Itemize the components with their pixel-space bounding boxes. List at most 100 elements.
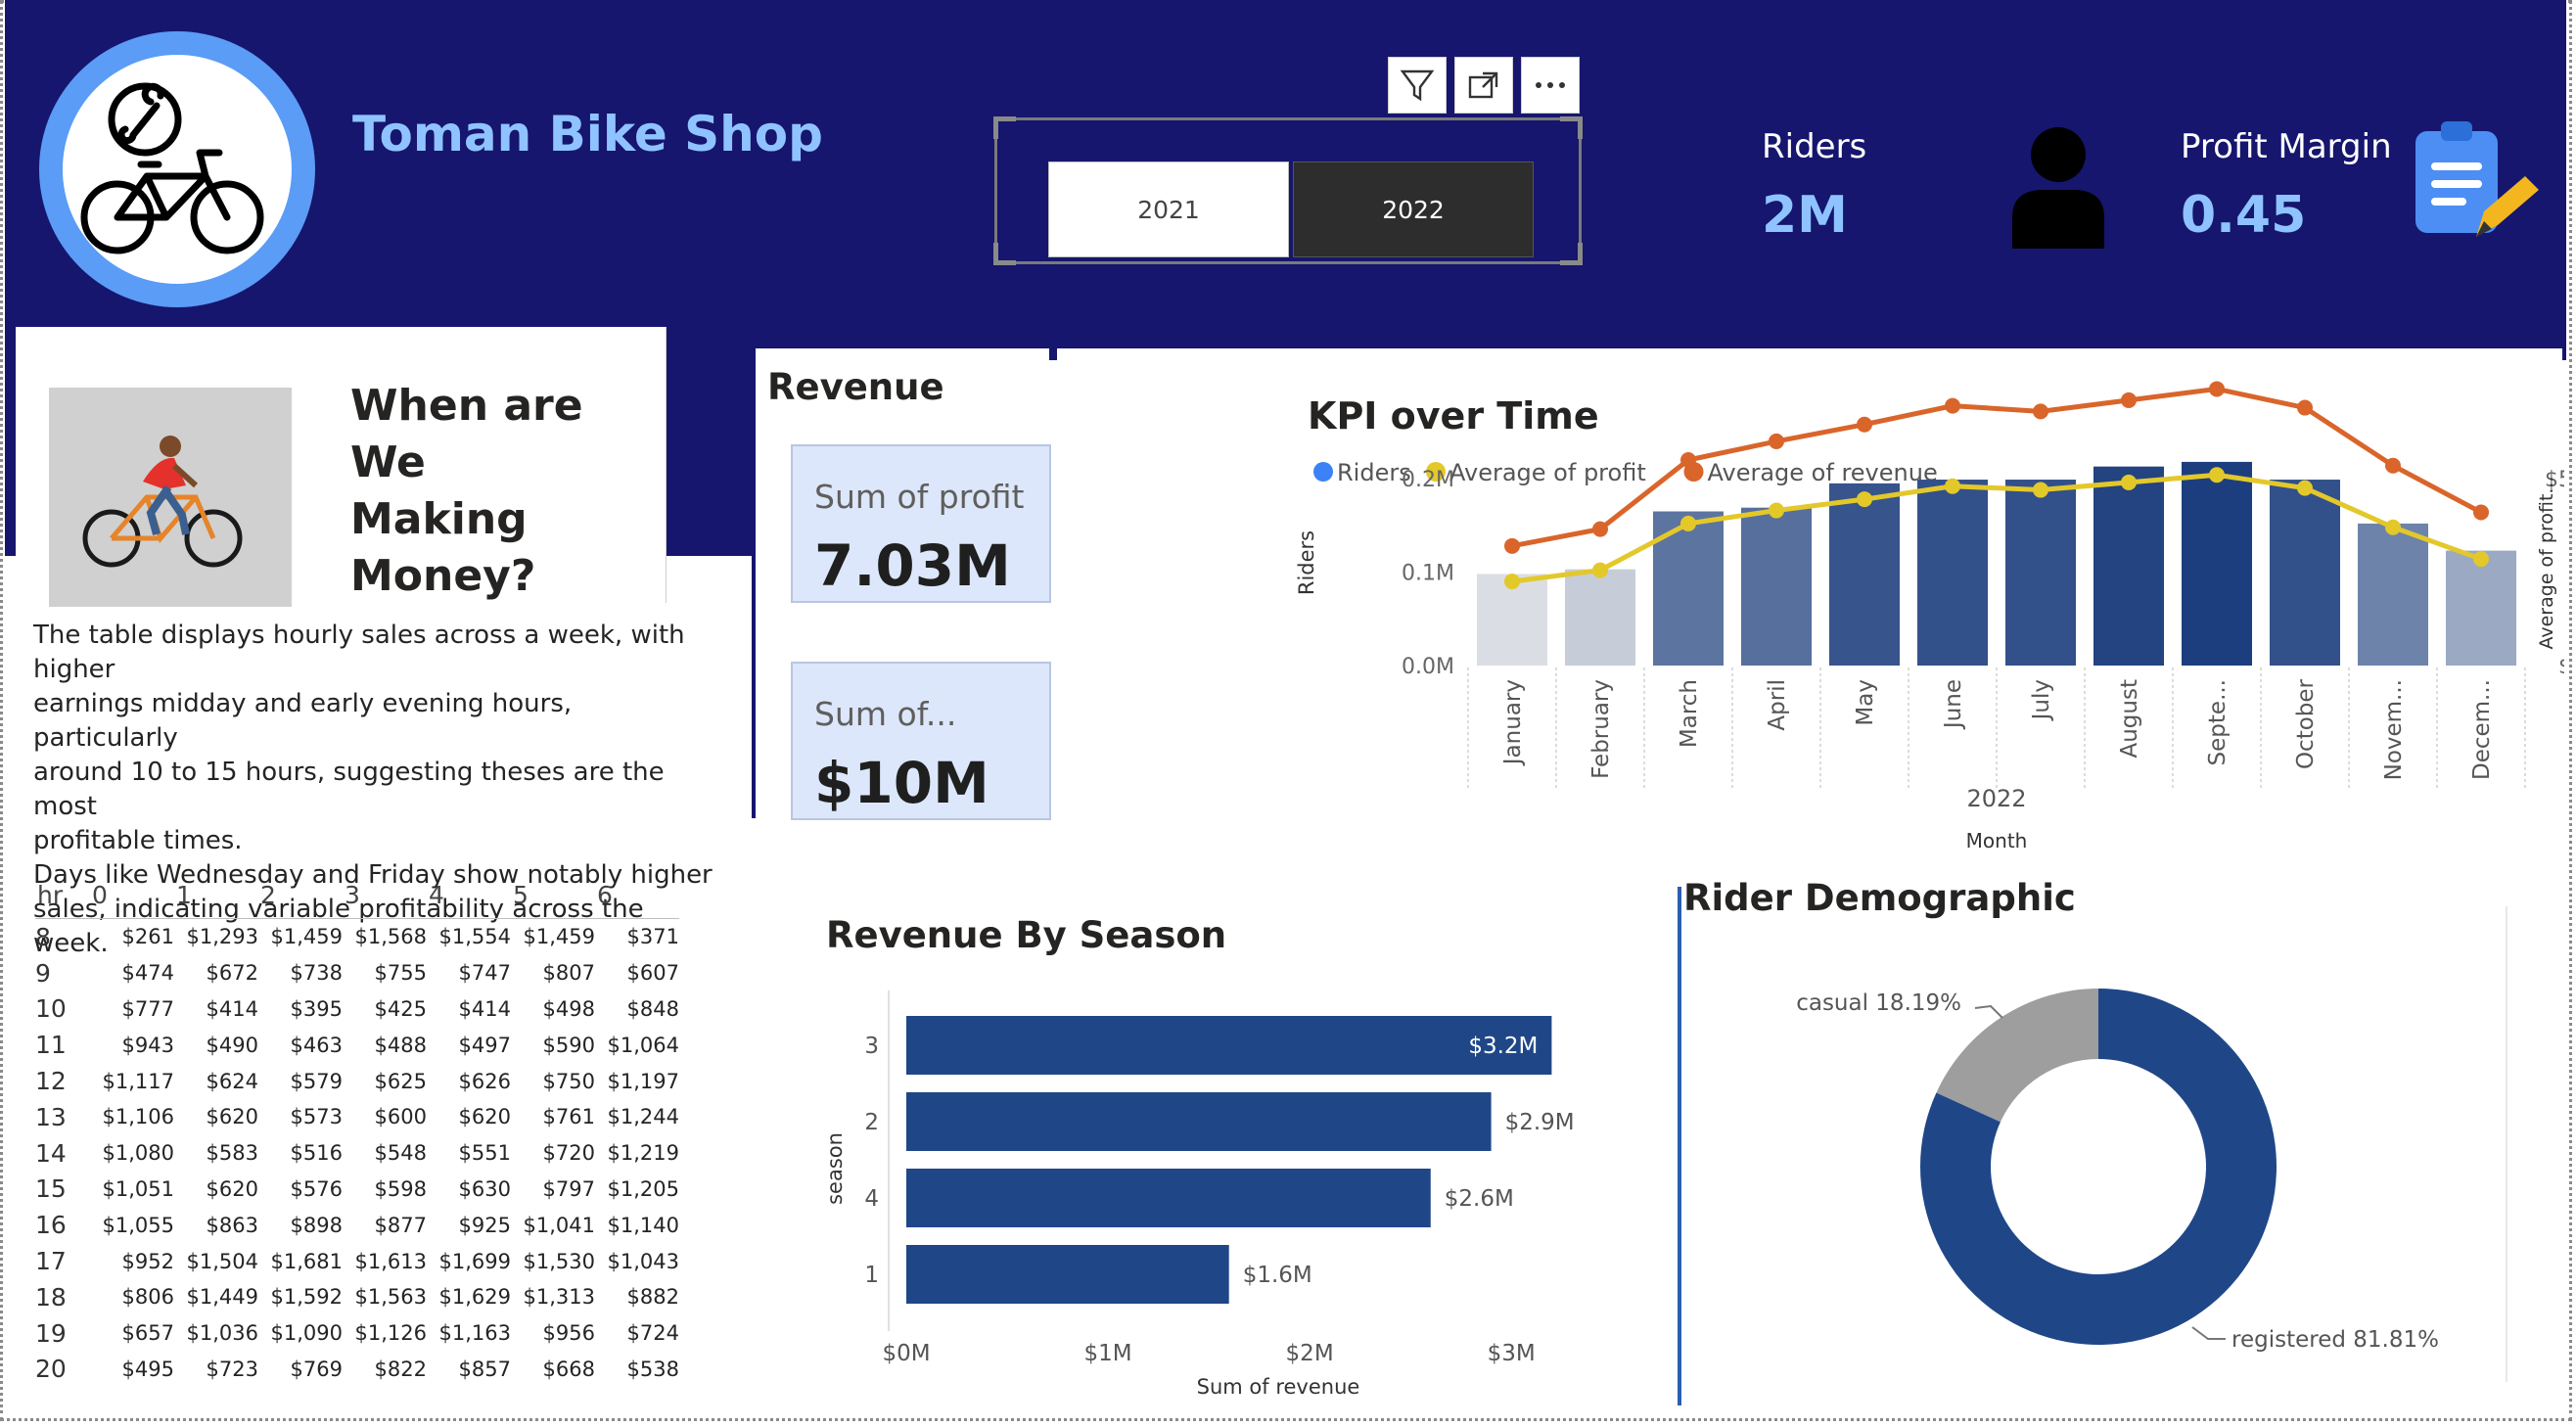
x-tick-label: June bbox=[1941, 679, 1966, 730]
sales-cell: $579 bbox=[290, 1069, 343, 1093]
sales-cell: $925 bbox=[458, 1213, 511, 1237]
revenue-point bbox=[1504, 537, 1520, 554]
sales-cell: $1,064 bbox=[607, 1033, 679, 1057]
sales-cell: $1,568 bbox=[343, 917, 427, 955]
filter-icon[interactable] bbox=[1388, 57, 1447, 114]
revenue-point bbox=[1857, 416, 1872, 433]
season-tick-label: 3 bbox=[864, 1034, 879, 1059]
x-tick-label: May bbox=[1853, 679, 1878, 726]
day-column-header[interactable]: 6 bbox=[595, 871, 679, 919]
sales-cell: $497 bbox=[458, 1033, 511, 1057]
legend-marker bbox=[1313, 462, 1333, 482]
profit-card[interactable]: Sum of profit 7.03M bbox=[791, 444, 1051, 603]
revenue-point bbox=[1680, 452, 1696, 468]
sales-cell: $1,459 bbox=[511, 917, 595, 955]
day-column-header[interactable]: 1 bbox=[174, 871, 258, 919]
season-tick-label: 1 bbox=[864, 1263, 879, 1288]
description-line: profitable times. bbox=[33, 826, 243, 855]
hour-cell: 19 bbox=[35, 1318, 67, 1348]
table-row: 12 $1,117 $624 $579 $625 $626 $750 $1,197 bbox=[35, 1063, 679, 1099]
sales-cell: $1,313 bbox=[523, 1285, 595, 1310]
sales-cell: $882 bbox=[626, 1285, 679, 1310]
season-data-label: $2.9M bbox=[1505, 1110, 1575, 1135]
year-option-2022[interactable]: 2022 bbox=[1293, 161, 1534, 257]
day-column-header[interactable]: 0 bbox=[90, 871, 174, 919]
sales-cell: $956 bbox=[542, 1321, 595, 1346]
x-tick-label: August bbox=[2117, 679, 2142, 759]
hour-column-header[interactable]: hr bbox=[35, 871, 90, 919]
riders-bar bbox=[1565, 569, 1635, 666]
riders-bar bbox=[1741, 507, 1812, 666]
day-column-header[interactable]: 3 bbox=[343, 871, 427, 919]
season-data-label: $2.6M bbox=[1445, 1186, 1514, 1212]
sales-cell: $723 bbox=[206, 1357, 258, 1381]
day-column-header[interactable]: 4 bbox=[427, 871, 511, 919]
year-option-2021[interactable]: 2021 bbox=[1048, 161, 1289, 257]
casual-data-label: casual 18.19% bbox=[1796, 990, 1961, 1016]
table-row: 10 $777 $414 $395 $425 $414 $498 $848 bbox=[35, 991, 679, 1028]
sales-cell: $1,117 bbox=[102, 1069, 174, 1093]
kpi-over-time-chart: KPI over Time Riders Average of profit Aver… bbox=[1295, 381, 2564, 852]
profit-margin-value: 0.45 bbox=[2181, 186, 2307, 245]
sales-cell: $1,293 bbox=[174, 917, 258, 955]
sales-cell: $720 bbox=[542, 1141, 595, 1166]
hourly-sales-matrix: hr 0 1 2 3 4 5 6 8 $261 $1,293 $1,459 $1,568 $1,554 $… bbox=[35, 871, 679, 1387]
y-tick-label: 0.0M bbox=[1402, 655, 1454, 679]
day-column-header[interactable]: 2 bbox=[258, 871, 343, 919]
season-x-tick-label: $2M bbox=[1286, 1341, 1334, 1366]
y2-tick-label: $0 bbox=[2558, 655, 2564, 679]
registered-leader-line bbox=[2191, 1326, 2226, 1340]
registered-data-label: registered 81.81% bbox=[2231, 1327, 2439, 1353]
season-x-axis-label: Sum of revenue bbox=[1197, 1375, 1360, 1399]
sales-cell: $1,197 bbox=[607, 1069, 679, 1093]
sales-cell: $863 bbox=[206, 1213, 258, 1237]
sales-cell: $490 bbox=[206, 1033, 258, 1057]
sales-cell: $414 bbox=[458, 996, 511, 1021]
day-column-header[interactable]: 5 bbox=[511, 871, 595, 919]
sales-cell: $590 bbox=[542, 1033, 595, 1057]
y-axis-label: Riders bbox=[1295, 530, 1318, 595]
season-x-tick-label: $1M bbox=[1083, 1341, 1131, 1366]
x-tick-label: July bbox=[2029, 679, 2054, 721]
x-tick-label: February bbox=[1588, 679, 1614, 779]
sales-cell: $898 bbox=[290, 1213, 343, 1237]
revenue-card-label: Sum of... bbox=[814, 695, 957, 733]
revenue-point bbox=[2297, 399, 2313, 416]
season-tick-label: 2 bbox=[864, 1110, 879, 1135]
sales-cell: $551 bbox=[458, 1141, 511, 1166]
profit-point bbox=[1504, 574, 1520, 590]
bike-logo-icon bbox=[63, 55, 292, 284]
legend-label: Riders bbox=[1337, 459, 1411, 486]
sales-cell: $1,629 bbox=[438, 1285, 511, 1310]
legend-label: Average of revenue bbox=[1708, 459, 1938, 486]
sales-cell: $822 bbox=[374, 1357, 427, 1381]
sales-cell: $261 bbox=[90, 917, 174, 955]
sales-cell: $857 bbox=[458, 1357, 511, 1381]
sales-cell: $1,504 bbox=[186, 1249, 258, 1273]
table-row: 20 $495 $723 $769 $822 $857 $668 $538 bbox=[35, 1352, 679, 1388]
intro-title-line: Money? bbox=[350, 551, 536, 601]
riders-bar bbox=[2093, 466, 2164, 666]
profit-point bbox=[2121, 474, 2137, 490]
revenue-card[interactable]: Sum of... $10M bbox=[791, 662, 1051, 820]
profit-point bbox=[2385, 519, 2401, 535]
revenue-point bbox=[1945, 397, 1960, 414]
profit-point bbox=[1680, 515, 1696, 531]
sales-cell: $620 bbox=[458, 1105, 511, 1129]
season-bar bbox=[906, 1016, 1552, 1075]
riders-bar bbox=[2446, 550, 2516, 666]
hour-cell: 20 bbox=[35, 1355, 67, 1384]
hour-cell: 12 bbox=[35, 1067, 67, 1096]
more-options-icon[interactable] bbox=[1521, 57, 1580, 114]
profit-card-value: 7.03M bbox=[814, 532, 1011, 599]
expand-icon[interactable] bbox=[1454, 57, 1513, 114]
sales-cell: $1,140 bbox=[607, 1213, 679, 1237]
revenue-point bbox=[2209, 381, 2225, 397]
sales-cell: $548 bbox=[374, 1141, 427, 1166]
sales-cell: $516 bbox=[290, 1141, 343, 1166]
legend-label: Average of profit bbox=[1449, 459, 1646, 486]
sales-cell: $952 bbox=[121, 1249, 174, 1273]
profit-point bbox=[1945, 478, 1960, 494]
year-slicer: 2021 2022 bbox=[993, 116, 1583, 265]
table-row: 9 $474 $672 $738 $755 $747 $807 $607 bbox=[35, 955, 679, 991]
